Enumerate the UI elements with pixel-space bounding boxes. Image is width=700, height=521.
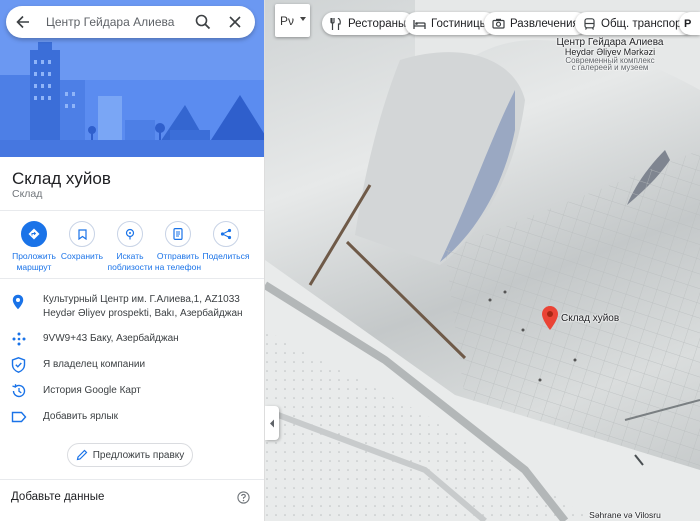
parking-icon: Р (684, 17, 692, 30)
label-tag-icon (11, 409, 27, 425)
restaurant-icon (329, 17, 343, 31)
close-icon[interactable] (227, 14, 243, 30)
action-label: маршрут (16, 262, 52, 272)
search-icon[interactable] (195, 14, 211, 30)
place-title: Склад хуйов (12, 169, 111, 188)
action-label: Искать (116, 251, 144, 261)
map-marker-icon[interactable] (542, 306, 558, 330)
pencil-icon (76, 449, 88, 461)
share-button[interactable]: Поделиться (202, 221, 250, 262)
add-label-text: Добавить ярлык (43, 411, 119, 422)
plus-code-row[interactable]: 9VW9+43 Баку, Азербайджан (0, 330, 264, 348)
chip-transit[interactable]: Общ. транспорт (575, 12, 695, 35)
suggest-edit-label: Предложить правку (92, 449, 185, 461)
save-button[interactable]: Сохранить (58, 221, 106, 262)
divider (0, 210, 264, 211)
action-label: Поделиться (202, 251, 250, 261)
add-label-row[interactable]: Добавить ярлык (0, 408, 264, 426)
map-street-label: Səhrane və Vilosru (589, 510, 661, 520)
layer-button-label: Рν (280, 13, 295, 28)
claim-business-text: Я владелец компании (43, 359, 146, 370)
chevron-left-icon (270, 419, 274, 427)
chip-hotels[interactable]: Гостиницы (405, 12, 496, 35)
suggest-edit-button[interactable]: Предложить правку (67, 443, 193, 467)
poi-description-line2: с галереей и музеем (571, 63, 649, 72)
map-marker-label[interactable]: Склад хуйов (561, 314, 619, 324)
map-canvas[interactable]: Склад хуйов Центр Гейдара Алиева Heydər … (265, 0, 700, 521)
chip-parking[interactable]: Р (679, 12, 700, 35)
address-row[interactable]: Культурный Центр им. Г.Алиева,1, AZ1033 … (0, 292, 264, 322)
plus-code-text: 9VW9+43 Баку, Азербайджан (43, 333, 179, 344)
search-box[interactable] (6, 6, 255, 38)
layer-button[interactable]: Рν (275, 4, 310, 37)
chip-label: Общ. транспорт (601, 17, 687, 30)
add-data-heading: Добавьте данные (11, 491, 105, 503)
directions-icon (21, 221, 47, 247)
place-panel: Склад хуйов Склад Проложитьмаршрут Сохра… (0, 0, 265, 521)
plus-code-icon (11, 331, 27, 347)
camera-icon (491, 17, 505, 31)
send-to-phone-icon (165, 221, 191, 247)
place-hero-image[interactable] (0, 0, 264, 157)
directions-button[interactable]: Проложить маршрут (10, 221, 58, 273)
hotel-icon (412, 17, 426, 31)
action-label: Сохранить (60, 251, 104, 261)
action-label: Проложить (12, 251, 56, 261)
nearby-button[interactable]: Искать поблизости (106, 221, 154, 273)
search-input[interactable] (46, 15, 186, 29)
action-label: на телефон (154, 262, 202, 272)
chip-entertainment[interactable]: Развлечения (484, 12, 587, 35)
address-line2: Heydər Əliyev prospekti, Bakı, Азербайдж… (43, 308, 243, 319)
verified-shield-icon (11, 357, 27, 373)
poi-name-ru[interactable]: Центр Гейдара Алиева (550, 38, 670, 48)
address-line1: Культурный Центр им. Г.Алиева,1, AZ1033 (43, 294, 240, 305)
location-pin-icon (11, 294, 27, 310)
send-to-phone-button[interactable]: Отправить на телефон (154, 221, 202, 273)
nearby-search-icon (117, 221, 143, 247)
satellite-imagery (265, 0, 700, 521)
back-arrow-icon[interactable] (6, 6, 40, 38)
chip-label: Развлечения (510, 17, 579, 30)
maps-history-row[interactable]: История Google Карт (0, 382, 264, 400)
claim-business-row[interactable]: Я владелец компании (0, 356, 264, 374)
history-icon (11, 383, 27, 399)
bookmark-icon (69, 221, 95, 247)
transit-icon (582, 17, 596, 31)
maps-history-text: История Google Карт (43, 385, 141, 396)
chip-label: Рестораны (348, 17, 407, 30)
chip-restaurants[interactable]: Рестораны (322, 12, 415, 35)
divider (0, 278, 264, 279)
divider (0, 479, 264, 480)
action-label: Отправить (156, 251, 200, 261)
collapse-panel-button[interactable] (265, 406, 279, 440)
share-icon (213, 221, 239, 247)
caret-down-icon (300, 17, 306, 21)
chip-label: Гостиницы (431, 17, 488, 30)
help-icon[interactable] (237, 491, 250, 504)
place-category[interactable]: Склад (12, 188, 42, 200)
action-label: поблизости (107, 262, 153, 272)
